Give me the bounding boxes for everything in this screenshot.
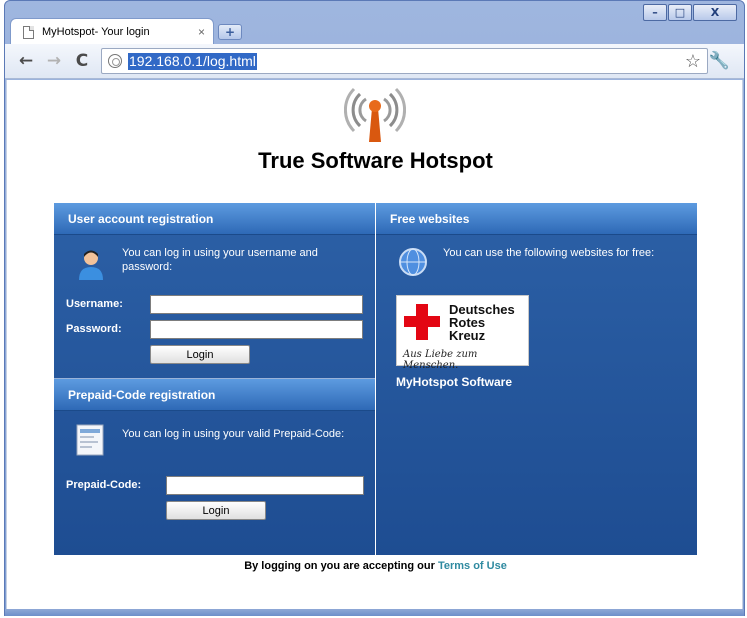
prepaid-card-icon: [76, 424, 104, 456]
close-window-button[interactable]: X: [693, 4, 737, 21]
browser-window: – □ X MyHotspot- Your login × + ← → C 19…: [0, 0, 747, 618]
tab-title: MyHotspot- Your login: [42, 26, 150, 38]
minimize-button[interactable]: –: [643, 4, 667, 21]
terms-footer: By logging on you are accepting our Term…: [7, 560, 744, 572]
browser-toolbar: ← → C 192.168.0.1/log.html ☆ 🔧: [5, 44, 744, 79]
reload-button[interactable]: C: [71, 50, 93, 72]
back-button[interactable]: ←: [15, 50, 37, 72]
prepaid-code-label: Prepaid-Code:: [66, 479, 142, 491]
drk-slogan: Aus Liebe zum Menschen.: [403, 349, 478, 371]
window-bottom-border: [5, 609, 744, 616]
wrench-menu-icon[interactable]: 🔧: [709, 51, 730, 71]
new-tab-button[interactable]: +: [218, 24, 242, 40]
free-websites-header: Free websites: [376, 203, 697, 235]
browser-tab[interactable]: MyHotspot- Your login ×: [10, 18, 214, 45]
username-label: Username:: [66, 298, 123, 310]
url-text[interactable]: 192.168.0.1/log.html: [128, 52, 257, 70]
tab-close-icon[interactable]: ×: [198, 25, 205, 39]
web-globe-icon: [399, 248, 427, 276]
page-viewport: True Software Hotspot User account regis…: [6, 80, 743, 610]
page-title: True Software Hotspot: [258, 148, 493, 173]
login-panel: User account registration You can log in…: [54, 203, 375, 555]
free-websites-info: You can use the following websites for f…: [443, 247, 655, 259]
prepaid-section: Prepaid-Code registration You can log in…: [54, 378, 375, 555]
address-bar[interactable]: 192.168.0.1/log.html ☆: [101, 48, 708, 74]
password-field[interactable]: [150, 320, 363, 339]
username-field[interactable]: [150, 295, 363, 314]
prepaid-login-button[interactable]: Login: [166, 501, 266, 520]
prepaid-code-field[interactable]: [166, 476, 364, 495]
footer-text: By logging on you are accepting our: [244, 560, 438, 572]
login-button[interactable]: Login: [150, 345, 250, 364]
drk-website-link[interactable]: Deutsches Rotes Kreuz Aus Liebe zum Mens…: [396, 295, 529, 371]
terms-of-use-link[interactable]: Terms of Use: [438, 560, 507, 572]
user-icon: [79, 250, 103, 280]
prepaid-registration-header: Prepaid-Code registration: [54, 379, 375, 411]
myhotspot-software-link[interactable]: MyHotspot Software: [396, 375, 512, 389]
password-label: Password:: [66, 323, 122, 335]
maximize-button[interactable]: □: [668, 4, 692, 21]
hotspot-antenna-icon: [344, 87, 406, 142]
document-icon: [23, 25, 34, 39]
prepaid-info-text: You can log in using your valid Prepaid-…: [122, 428, 345, 440]
account-registration-header: User account registration: [54, 203, 375, 235]
account-info-text: You can log in using your username and p…: [122, 247, 318, 273]
window-controls: – □ X: [643, 4, 737, 21]
globe-icon: [108, 54, 122, 68]
bookmark-star-icon[interactable]: ☆: [685, 51, 701, 72]
drk-name: Deutsches Rotes Kreuz: [449, 302, 515, 343]
free-websites-panel: Free websites You can use the following …: [376, 203, 697, 555]
forward-button[interactable]: →: [43, 50, 65, 72]
